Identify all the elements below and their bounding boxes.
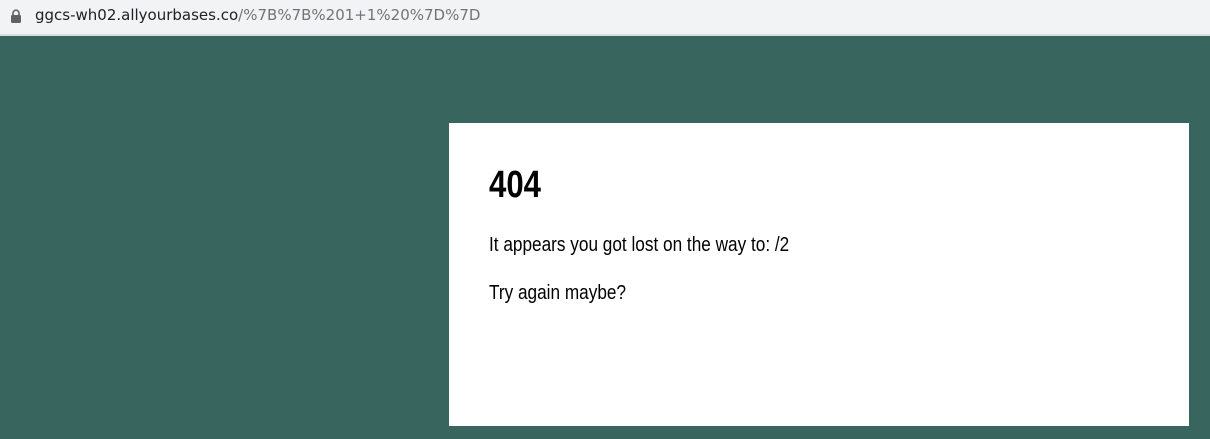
url-host: ggcs-wh02.allyourbases.co <box>35 6 239 24</box>
url-text[interactable]: ggcs-wh02.allyourbases.co/%7B%7B%201+1%2… <box>35 5 480 25</box>
error-hint: Try again maybe? <box>489 282 627 304</box>
address-bar[interactable]: ggcs-wh02.allyourbases.co/%7B%7B%201+1%2… <box>0 0 1210 36</box>
lock-icon[interactable] <box>10 9 22 23</box>
url-path: /%7B%7B%201+1%20%7D%7D <box>238 6 481 24</box>
error-title: 404 <box>489 164 541 206</box>
error-card: 404 It appears you got lost on the way t… <box>449 123 1189 426</box>
error-message: It appears you got lost on the way to: /… <box>489 234 790 256</box>
